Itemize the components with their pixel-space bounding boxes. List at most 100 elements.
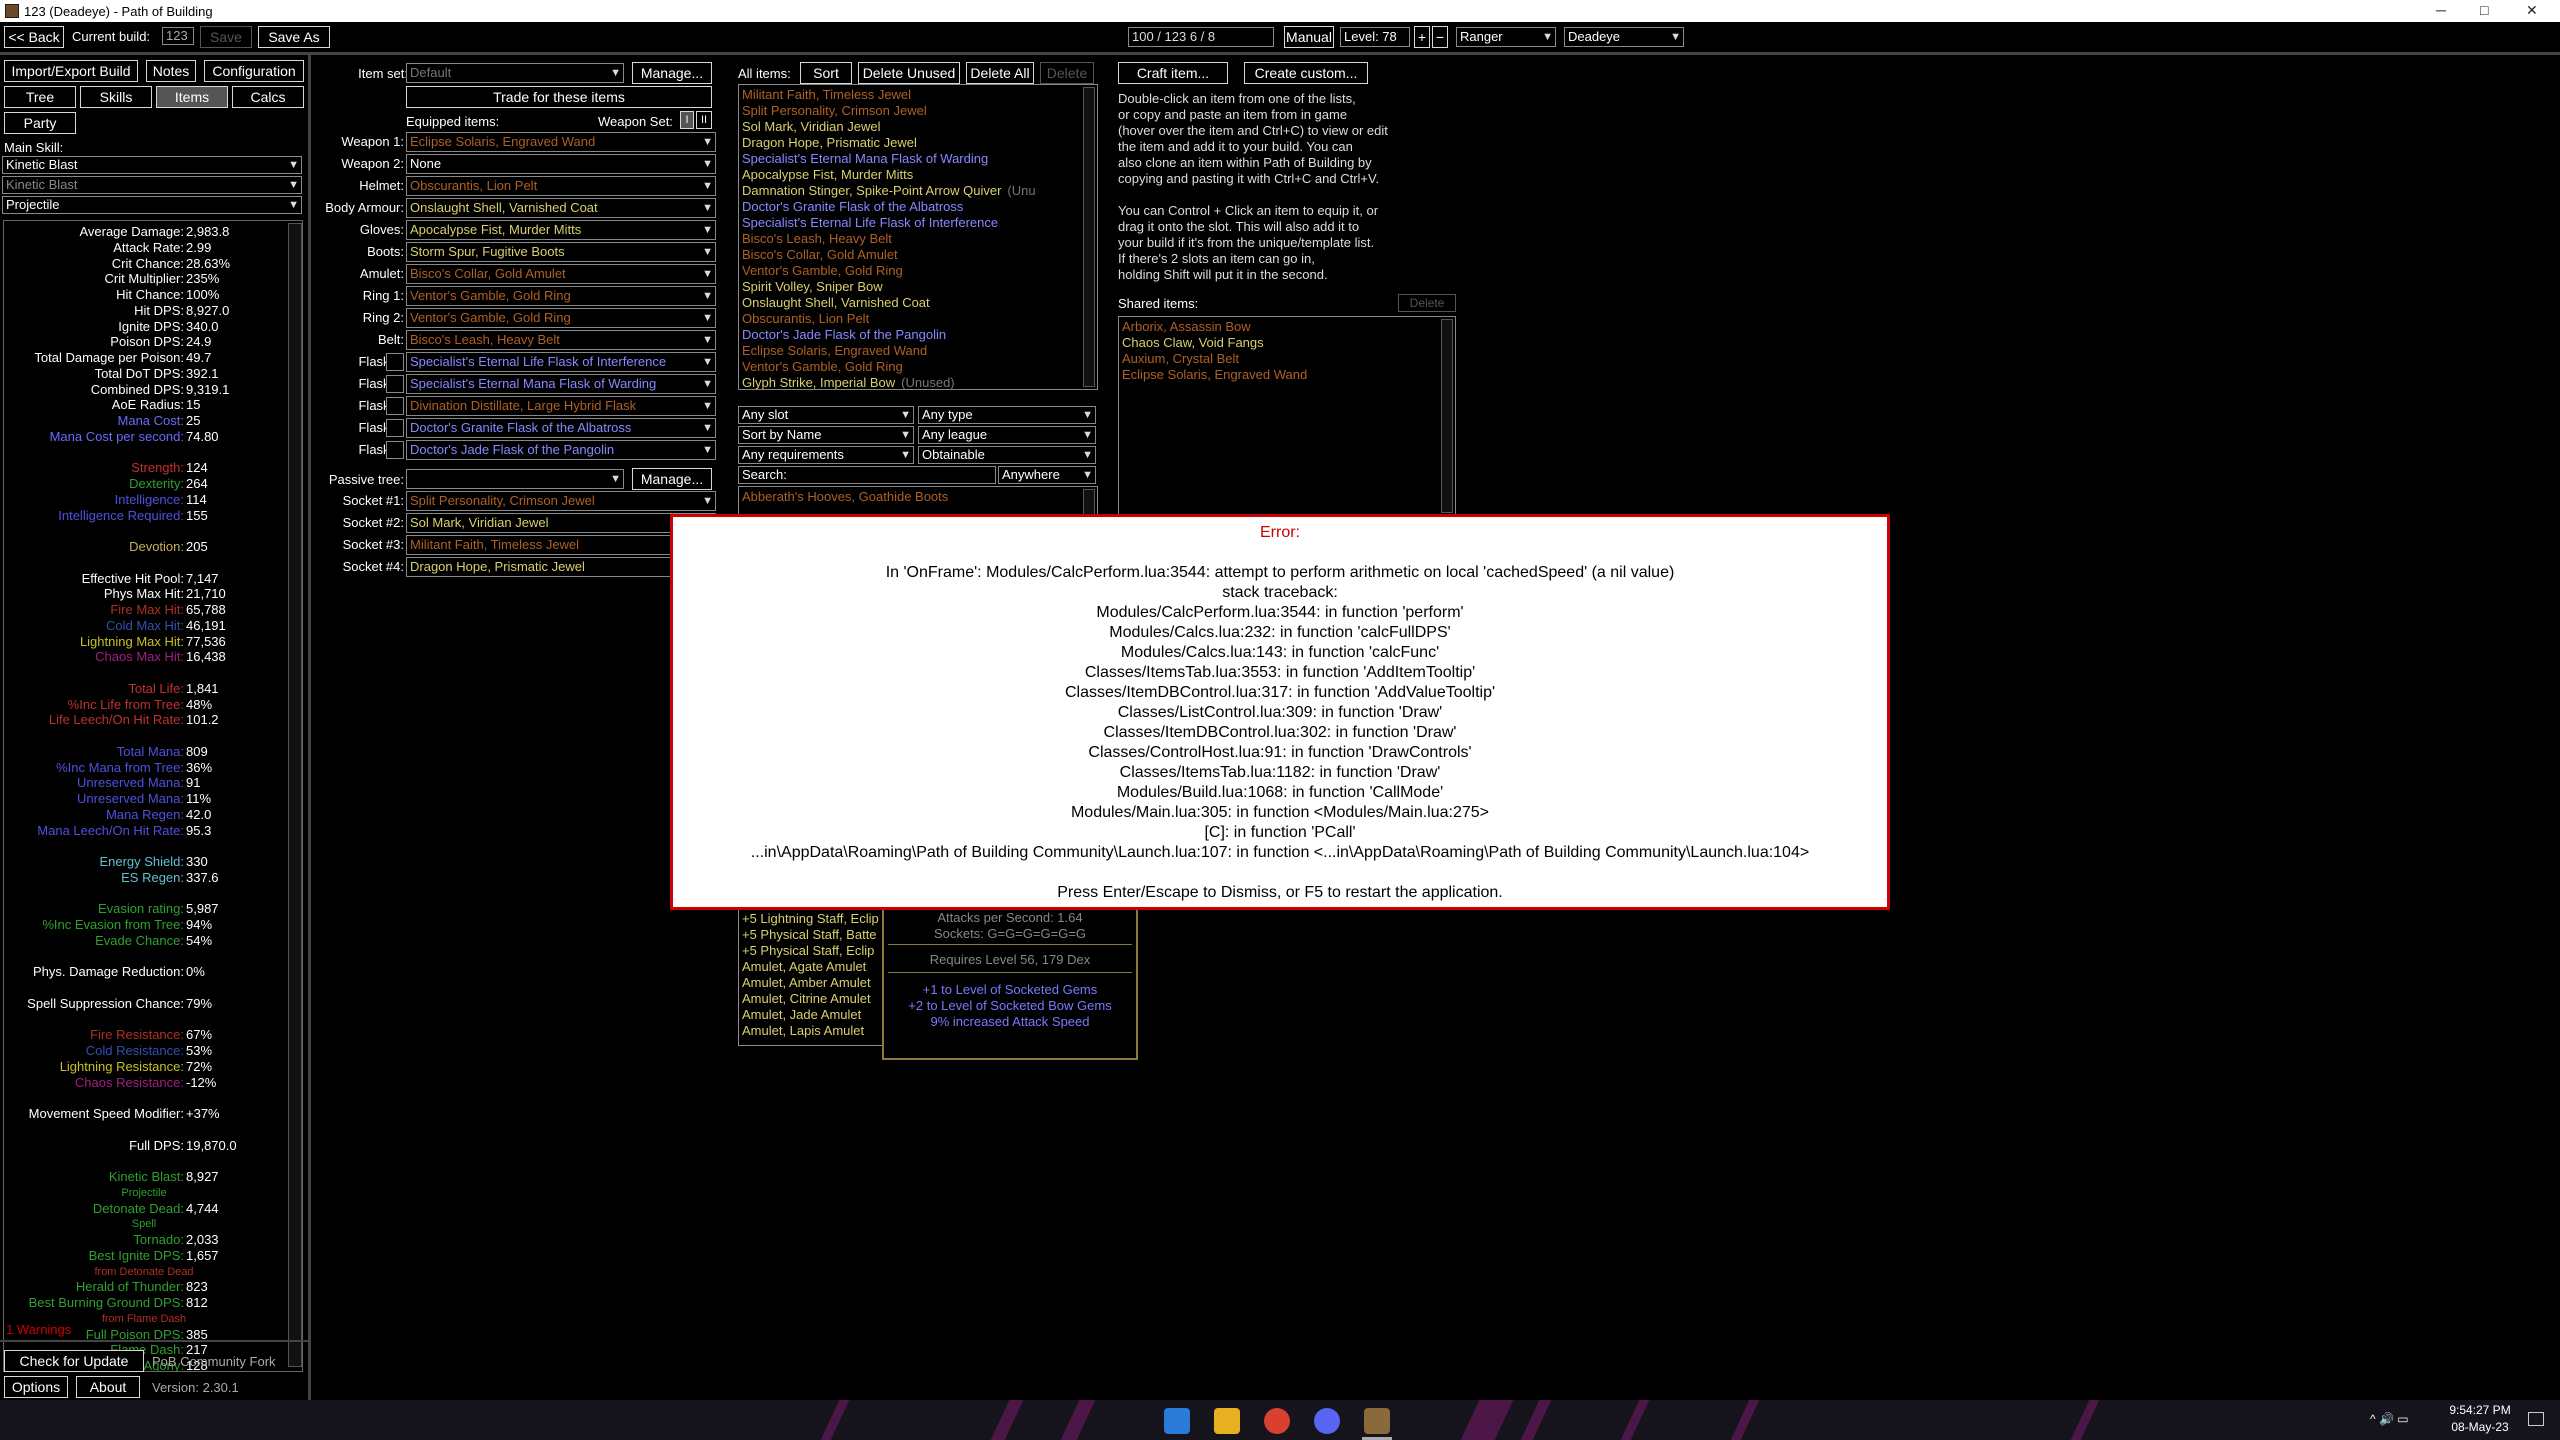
list-item[interactable]: Amulet, Amber Amulet bbox=[742, 975, 871, 991]
equipment-slot-dropdown[interactable]: Bisco's Leash, Heavy Belt ▼ bbox=[406, 330, 716, 350]
file-explorer-icon[interactable] bbox=[1214, 1408, 1240, 1434]
error-dialog[interactable]: Error: In 'OnFrame': Modules/CalcPerform… bbox=[670, 514, 1890, 910]
list-item[interactable]: Bisco's Collar, Gold Amulet bbox=[742, 247, 898, 263]
chrome-icon[interactable] bbox=[1264, 1408, 1290, 1434]
save-as-button[interactable]: Save As bbox=[258, 26, 330, 48]
delete-button[interactable]: Delete bbox=[1040, 62, 1094, 84]
import-export-button[interactable]: Import/Export Build bbox=[4, 60, 138, 82]
list-item[interactable]: Ventor's Gamble, Gold Ring bbox=[742, 263, 903, 279]
current-build-field[interactable]: 123 bbox=[162, 27, 194, 45]
equipment-slot-dropdown[interactable]: Onslaught Shell, Varnished Coat ▼ bbox=[406, 198, 716, 218]
flask-toggle-checkbox[interactable] bbox=[386, 397, 404, 415]
jewel-socket-dropdown[interactable]: Split Personality, Crimson Jewel ▼ bbox=[406, 491, 716, 511]
maximize-icon[interactable]: □ bbox=[2480, 2, 2488, 18]
list-item[interactable]: Obscurantis, Lion Pelt bbox=[742, 311, 869, 327]
league-dropdown[interactable]: Any league ▼ bbox=[918, 426, 1096, 444]
list-item[interactable]: Split Personality, Crimson Jewel bbox=[742, 103, 927, 119]
check-update-button[interactable]: Check for Update bbox=[4, 1350, 144, 1372]
level-field[interactable]: Level: 78 bbox=[1340, 27, 1410, 47]
list-item[interactable]: +5 Lightning Staff, Eclip bbox=[742, 911, 879, 927]
tree-tab[interactable]: Tree bbox=[4, 86, 76, 108]
list-item[interactable]: Specialist's Eternal Life Flask of Inter… bbox=[742, 215, 998, 231]
flask-toggle-checkbox[interactable] bbox=[386, 419, 404, 437]
minimize-icon[interactable]: ─ bbox=[2436, 2, 2446, 18]
create-custom-button[interactable]: Create custom... bbox=[1244, 62, 1368, 84]
sort-button[interactable]: Sort bbox=[800, 62, 852, 84]
list-item[interactable]: Apocalypse Fist, Murder Mitts bbox=[742, 167, 913, 183]
item-set-dropdown[interactable]: Default ▼ bbox=[406, 63, 624, 83]
sort-dropdown[interactable]: Sort by Name ▼ bbox=[738, 426, 914, 444]
configuration-button[interactable]: Configuration bbox=[204, 60, 304, 82]
list-item[interactable]: Sol Mark, Viridian Jewel bbox=[742, 119, 880, 135]
path-of-building-icon[interactable] bbox=[1364, 1408, 1390, 1434]
list-item[interactable]: Specialist's Eternal Mana Flask of Wardi… bbox=[742, 151, 988, 167]
equipment-slot-dropdown[interactable]: Specialist's Eternal Mana Flask of Wardi… bbox=[406, 374, 716, 394]
list-item[interactable]: Amulet, Citrine Amulet bbox=[742, 991, 871, 1007]
back-button[interactable]: << Back bbox=[4, 26, 64, 48]
equipment-slot-dropdown[interactable]: Divination Distillate, Large Hybrid Flas… bbox=[406, 396, 716, 416]
equipment-slot-dropdown[interactable]: Storm Spur, Fugitive Boots ▼ bbox=[406, 242, 716, 262]
passive-tree-manage-button[interactable]: Manage... bbox=[632, 468, 712, 490]
list-item[interactable]: Abberath's Hooves, Goathide Boots bbox=[742, 489, 948, 505]
list-item[interactable]: Bisco's Leash, Heavy Belt bbox=[742, 231, 892, 247]
system-tray[interactable]: ^ 🔊 ▭ bbox=[2370, 1412, 2409, 1426]
equipment-slot-dropdown[interactable]: Doctor's Jade Flask of the Pangolin ▼ bbox=[406, 440, 716, 460]
main-skill-dropdown[interactable]: Kinetic Blast ▼ bbox=[2, 156, 302, 174]
all-items-scrollbar[interactable] bbox=[1083, 87, 1095, 387]
party-tab[interactable]: Party bbox=[4, 112, 76, 134]
slot-filter-dropdown[interactable]: Any slot ▼ bbox=[738, 406, 914, 424]
craft-item-button[interactable]: Craft item... bbox=[1118, 62, 1228, 84]
search-mode-dropdown[interactable]: Anywhere ▼ bbox=[998, 466, 1096, 484]
item-set-manage-button[interactable]: Manage... bbox=[632, 62, 712, 84]
obtainable-dropdown[interactable]: Obtainable ▼ bbox=[918, 446, 1096, 464]
list-item[interactable]: Eclipse Solaris, Engraved Wand bbox=[742, 343, 927, 359]
options-button[interactable]: Options bbox=[4, 1376, 68, 1398]
weapon-set-2-button[interactable]: II bbox=[696, 111, 712, 129]
list-item[interactable]: Amulet, Lapis Amulet bbox=[742, 1023, 864, 1039]
flask-toggle-checkbox[interactable] bbox=[386, 375, 404, 393]
all-items-list[interactable]: Militant Faith, Timeless Jewel Split Pers… bbox=[738, 84, 1098, 390]
close-icon[interactable]: ✕ bbox=[2526, 2, 2538, 19]
list-item[interactable]: Auxium, Crystal Belt bbox=[1122, 351, 1239, 367]
list-item[interactable]: Doctor's Jade Flask of the Pangolin bbox=[742, 327, 946, 343]
list-item[interactable]: Amulet, Agate Amulet bbox=[742, 959, 866, 975]
flask-toggle-checkbox[interactable] bbox=[386, 441, 404, 459]
list-item[interactable]: Eclipse Solaris, Engraved Wand bbox=[1122, 367, 1307, 383]
trade-button[interactable]: Trade for these items bbox=[406, 86, 712, 108]
level-minus-button[interactable]: − bbox=[1432, 26, 1448, 48]
notification-icon[interactable] bbox=[2528, 1412, 2544, 1426]
list-item[interactable]: Damnation Stinger, Spike-Point Arrow Qui… bbox=[742, 183, 1036, 199]
level-plus-button[interactable]: + bbox=[1414, 26, 1430, 48]
weapon-set-1-button[interactable]: I bbox=[680, 111, 694, 129]
equipment-slot-dropdown[interactable]: Bisco's Collar, Gold Amulet ▼ bbox=[406, 264, 716, 284]
ascendancy-dropdown[interactable]: Deadeye ▼ bbox=[1564, 27, 1684, 47]
list-item[interactable]: Chaos Claw, Void Fangs bbox=[1122, 335, 1264, 351]
shared-delete-button[interactable]: Delete bbox=[1398, 294, 1456, 312]
list-item[interactable]: Arborix, Assassin Bow bbox=[1122, 319, 1251, 335]
notes-button[interactable]: Notes bbox=[146, 60, 196, 82]
list-item[interactable]: Glyph Strike, Imperial Bow (Unused) bbox=[742, 375, 955, 389]
list-item[interactable]: Militant Faith, Timeless Jewel bbox=[742, 87, 911, 103]
shared-items-scrollbar[interactable] bbox=[1441, 319, 1453, 513]
clock-date[interactable]: 08-May-23 bbox=[2440, 1420, 2520, 1434]
manual-button[interactable]: Manual bbox=[1284, 26, 1334, 48]
skills-tab[interactable]: Skills bbox=[80, 86, 152, 108]
list-item[interactable]: Ventor's Gamble, Gold Ring bbox=[742, 359, 903, 375]
list-item[interactable]: Amulet, Jade Amulet bbox=[742, 1007, 861, 1023]
search-input[interactable]: Search: bbox=[738, 466, 996, 484]
equipment-slot-dropdown[interactable]: None ▼ bbox=[406, 154, 716, 174]
equipment-slot-dropdown[interactable]: Apocalypse Fist, Murder Mitts ▼ bbox=[406, 220, 716, 240]
calcs-tab[interactable]: Calcs bbox=[232, 86, 304, 108]
equipment-slot-dropdown[interactable]: Specialist's Eternal Life Flask of Inter… bbox=[406, 352, 716, 372]
type-filter-dropdown[interactable]: Any type ▼ bbox=[918, 406, 1096, 424]
list-item[interactable]: Spirit Volley, Sniper Bow bbox=[742, 279, 883, 295]
about-button[interactable]: About bbox=[76, 1376, 140, 1398]
equipment-slot-dropdown[interactable]: Doctor's Granite Flask of the Albatross ▼ bbox=[406, 418, 716, 438]
requirements-dropdown[interactable]: Any requirements ▼ bbox=[738, 446, 914, 464]
list-item[interactable]: Dragon Hope, Prismatic Jewel bbox=[742, 135, 917, 151]
list-item[interactable]: +5 Physical Staff, Eclip bbox=[742, 943, 874, 959]
class-dropdown[interactable]: Ranger ▼ bbox=[1456, 27, 1556, 47]
flask-toggle-checkbox[interactable] bbox=[386, 353, 404, 371]
skill-part-dropdown[interactable]: Kinetic Blast ▼ bbox=[2, 176, 302, 194]
warnings-label[interactable]: 1 Warnings bbox=[6, 1322, 71, 1337]
